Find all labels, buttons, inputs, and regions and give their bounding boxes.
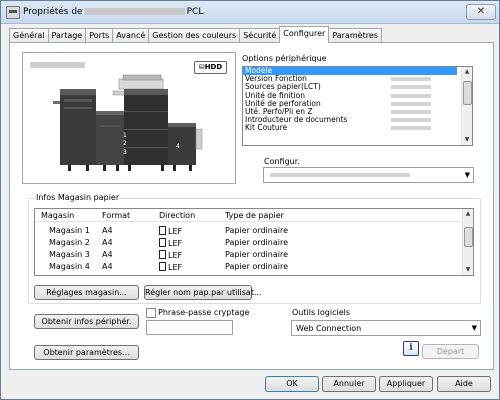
col-type[interactable]: Type de papier	[225, 211, 284, 220]
option-value-redacted	[391, 93, 431, 98]
obtenir-infos-button[interactable]: Obtenir infos périphér.	[34, 314, 139, 329]
list-item[interactable]: Kit Couture	[243, 124, 472, 132]
scroll-down-icon[interactable]: ▼	[463, 265, 473, 275]
appliquer-button[interactable]: Appliquer	[379, 376, 433, 392]
table-row[interactable]: Magasin 1 A4 LEF Papier ordinaire	[35, 225, 461, 237]
properties-window: Propriétés de PCL ✕ Général Partage Ports…	[0, 0, 500, 400]
regler-nom-papier-button[interactable]: Régler nom pap.par utilisat...	[144, 285, 262, 300]
scroll-down-icon[interactable]: ▼	[462, 135, 472, 145]
title-prefix: Propriétés de	[23, 7, 83, 17]
tab-gestion-couleurs[interactable]: Gestion des couleurs	[148, 28, 241, 43]
scroll-thumb[interactable]	[464, 227, 473, 247]
printer-illustration	[53, 74, 203, 171]
direction-text: LEF	[168, 227, 183, 236]
printer-icon	[6, 6, 20, 19]
direction-text: LEF	[168, 263, 183, 272]
passphrase-label: Phrase-passe cryptage	[158, 308, 250, 317]
page-orientation-icon	[159, 226, 166, 235]
tray-label-3: 3	[123, 149, 127, 156]
cell-format: A4	[102, 262, 113, 271]
cell-format: A4	[102, 238, 113, 247]
cell-direction: LEF	[159, 250, 182, 260]
tab-general[interactable]: Général	[9, 28, 49, 43]
cell-magasin: Magasin 1	[49, 226, 90, 235]
tools-selected: Web Connection	[296, 324, 362, 333]
options-scrollbar[interactable]: ▲ ▼	[461, 67, 472, 145]
tab-avance[interactable]: Avancé	[112, 28, 150, 43]
cell-type: Papier ordinaire	[225, 262, 288, 271]
page-orientation-icon	[159, 250, 166, 259]
table-header: Magasin Format Direction Type de papier	[35, 209, 461, 222]
option-value-redacted	[391, 126, 431, 131]
option-value-redacted	[391, 101, 431, 106]
tab-strip: Général Partage Ports Avancé Gestion des…	[9, 26, 382, 43]
depart-button[interactable]: Départ	[422, 344, 479, 359]
tray-label-2: 2	[123, 140, 127, 147]
tools-dropdown[interactable]: Web Connection ▼	[291, 320, 481, 336]
option-name: Kit Couture	[245, 123, 288, 133]
paper-group-label: Infos Magasin papier	[35, 193, 121, 202]
scroll-up-icon[interactable]: ▲	[462, 67, 472, 77]
printer-name-redacted	[84, 8, 185, 15]
title-suffix: PCL	[186, 7, 204, 17]
ok-button[interactable]: OK	[265, 376, 319, 392]
tray-label-4: 4	[176, 143, 180, 150]
option-value-redacted	[391, 109, 431, 114]
cell-direction: LEF	[159, 262, 182, 272]
close-button[interactable]: ✕	[466, 4, 496, 20]
scroll-thumb[interactable]	[463, 81, 472, 105]
tab-ports[interactable]: Ports	[85, 28, 114, 43]
tab-partage[interactable]: Partage	[47, 28, 87, 43]
passphrase-input[interactable]	[146, 320, 233, 335]
option-value-redacted	[391, 77, 431, 82]
table-row[interactable]: Magasin 2 A4 LEF Papier ordinaire	[35, 237, 461, 249]
device-options-list[interactable]: Modèle Version Fonction Sources papier(L…	[242, 66, 473, 146]
tab-configurer[interactable]: Configurer	[279, 26, 330, 43]
configur-label: Configur.	[264, 157, 300, 166]
info-icon[interactable]: i	[403, 341, 419, 356]
tab-securite[interactable]: Sécurité	[239, 28, 281, 43]
reglages-magasin-button[interactable]: Réglages magasin...	[34, 285, 139, 300]
paper-tray-table: Magasin Format Direction Type de papier …	[34, 208, 474, 276]
cell-type: Papier ordinaire	[225, 226, 288, 235]
title-bar: Propriétés de PCL ✕	[1, 1, 499, 24]
scroll-up-icon[interactable]: ▲	[463, 209, 473, 219]
chevron-down-icon: ▼	[471, 324, 477, 332]
cell-direction: LEF	[159, 238, 182, 248]
cell-type: Papier ordinaire	[225, 238, 288, 247]
option-value-redacted	[391, 85, 431, 90]
col-format[interactable]: Format	[102, 211, 130, 220]
configur-dropdown[interactable]: ▼	[263, 167, 474, 183]
aide-button[interactable]: Aide	[437, 376, 491, 392]
tab-parametres[interactable]: Paramètres	[328, 28, 382, 43]
passphrase-checkbox[interactable]	[146, 308, 156, 318]
cell-magasin: Magasin 3	[49, 250, 90, 259]
direction-text: LEF	[168, 251, 183, 260]
window-title: Propriétés de PCL	[23, 7, 203, 17]
col-magasin[interactable]: Magasin	[41, 211, 74, 220]
device-preview: ⛁HDD 1 2 3 4	[22, 52, 236, 184]
cell-format: A4	[102, 250, 113, 259]
cell-magasin: Magasin 4	[49, 262, 90, 271]
annuler-button[interactable]: Annuler	[322, 376, 376, 392]
configur-value-redacted	[270, 173, 410, 177]
page-orientation-icon	[159, 262, 166, 271]
direction-text: LEF	[168, 239, 183, 248]
close-icon: ✕	[476, 6, 486, 17]
cell-magasin: Magasin 2	[49, 238, 90, 247]
table-row[interactable]: Magasin 3 A4 LEF Papier ordinaire	[35, 249, 461, 261]
cell-format: A4	[102, 226, 113, 235]
option-value-redacted	[391, 118, 431, 123]
cell-direction: LEF	[159, 226, 182, 236]
page-orientation-icon	[159, 238, 166, 247]
chevron-down-icon: ▼	[464, 171, 470, 179]
obtenir-parametres-button[interactable]: Obtenir paramètres...	[34, 345, 139, 360]
options-group-label: Options périphérique	[242, 54, 327, 63]
paper-table-scrollbar[interactable]: ▲ ▼	[462, 209, 473, 275]
tools-label: Outils logiciels	[292, 308, 351, 317]
col-direction[interactable]: Direction	[159, 211, 195, 220]
tray-label-1: 1	[123, 132, 127, 139]
table-row[interactable]: Magasin 4 A4 LEF Papier ordinaire	[35, 261, 461, 273]
cell-type: Papier ordinaire	[225, 250, 288, 259]
